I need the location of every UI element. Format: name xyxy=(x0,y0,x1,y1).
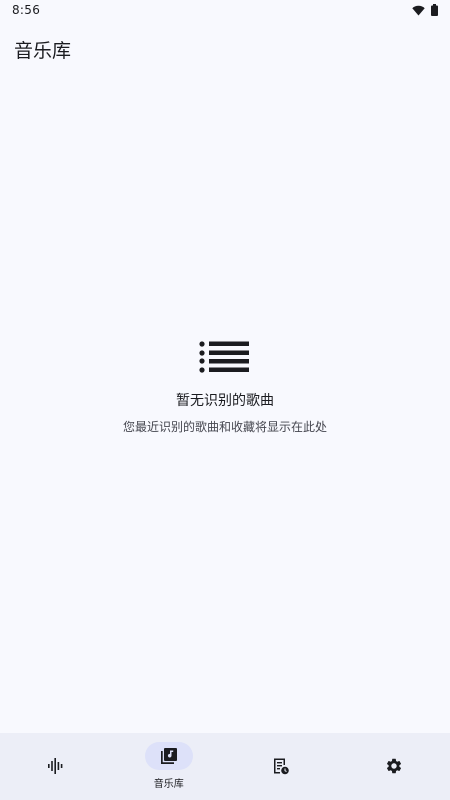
bottom-navigation: 音乐库 xyxy=(0,733,450,800)
music-library-icon xyxy=(160,748,177,764)
status-time: 8:56 xyxy=(12,3,41,17)
nav-item-settings[interactable] xyxy=(338,733,450,800)
status-bar: 8:56 xyxy=(0,0,450,22)
empty-title: 暂无识别的歌曲 xyxy=(176,393,274,409)
app-screen: 8:56 音乐库 暂无识别的歌曲 您最近识别的歌曲和收藏将显示在此处 音乐库 xyxy=(0,0,450,800)
nav-item-library[interactable]: 音乐库 xyxy=(113,733,226,800)
status-icons xyxy=(412,4,438,16)
nav-icon-container xyxy=(370,752,418,780)
nav-active-indicator xyxy=(144,742,193,770)
nav-label-library: 音乐库 xyxy=(153,779,184,790)
empty-subtitle: 您最近识别的歌曲和收藏将显示在此处 xyxy=(122,420,327,434)
gear-icon xyxy=(386,758,401,774)
nav-item-history[interactable] xyxy=(225,733,338,800)
nav-icon-container xyxy=(257,752,305,780)
page-title: 音乐库 xyxy=(14,40,72,62)
battery-icon xyxy=(431,4,438,16)
list-icon xyxy=(199,341,249,373)
empty-state: 暂无识别的歌曲 您最近识别的歌曲和收藏将显示在此处 xyxy=(0,340,450,435)
history-icon xyxy=(274,758,290,775)
nav-item-recognize[interactable] xyxy=(0,733,113,800)
audio-wave-icon xyxy=(48,758,63,774)
wifi-icon xyxy=(412,5,425,15)
nav-icon-container xyxy=(32,752,80,780)
